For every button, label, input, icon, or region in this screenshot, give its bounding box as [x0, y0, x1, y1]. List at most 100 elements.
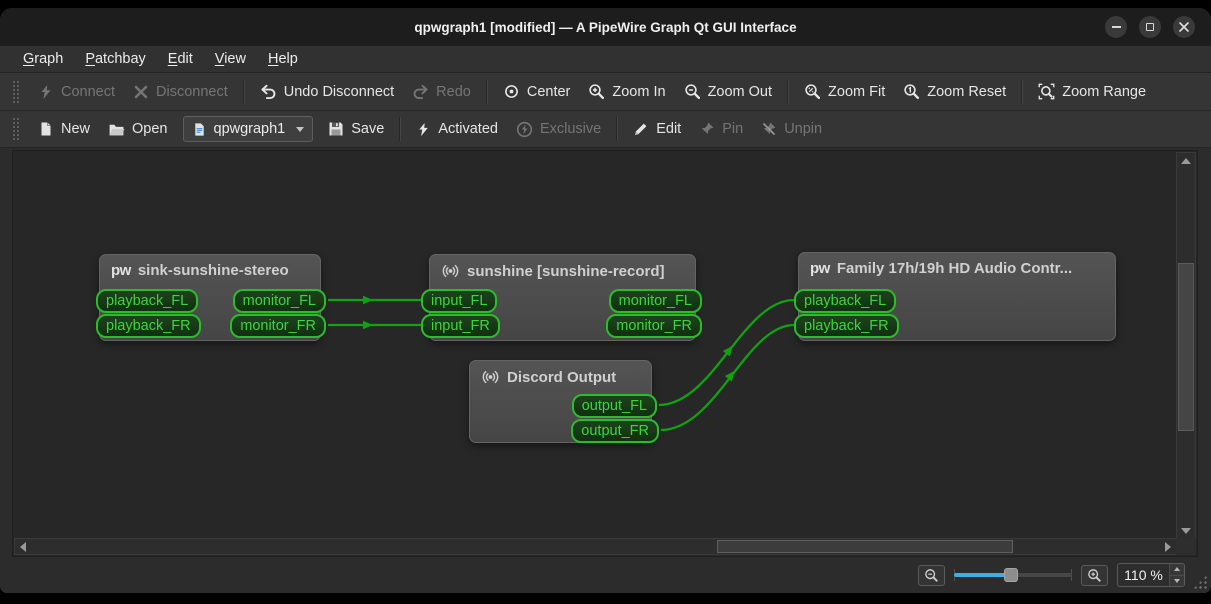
scroll-left-button[interactable]	[15, 539, 31, 554]
activated-button[interactable]: Activated	[407, 117, 507, 141]
zoom-out-icon	[684, 84, 700, 100]
spin-down-button[interactable]	[1170, 575, 1184, 586]
open-folder-icon	[109, 124, 125, 135]
minimize-icon	[1111, 26, 1121, 28]
horizontal-scrollbar-thumb[interactable]	[717, 540, 1013, 553]
pin-icon	[701, 122, 714, 135]
disconnect-button[interactable]: Disconnect	[124, 80, 237, 104]
port-input-fl[interactable]: input_FL	[421, 289, 498, 313]
toolbar-separator	[242, 79, 245, 104]
pin-button[interactable]: Pin	[690, 117, 752, 141]
connect-button[interactable]: Connect	[29, 80, 124, 104]
toolbar-file: New Open qpwgraph1 Save Activated Exclus…	[0, 111, 1211, 148]
center-button[interactable]: Center	[494, 79, 580, 104]
arrow-up-icon	[1174, 567, 1180, 572]
undo-disconnect-button[interactable]: Undo Disconnect	[251, 79, 403, 104]
zoom-slider[interactable]	[954, 567, 1072, 583]
port-output-fr[interactable]: output_FR	[571, 419, 659, 443]
close-button[interactable]	[1173, 16, 1195, 38]
undo-icon	[261, 84, 276, 100]
zoom-range-icon	[1038, 83, 1055, 100]
zoom-percent-spinbox[interactable]: 110 %	[1117, 563, 1185, 587]
zoom-percent-value[interactable]: 110 %	[1118, 564, 1169, 586]
zoom-out-button[interactable]: Zoom Out	[675, 79, 781, 104]
zoom-range-button[interactable]: Zoom Range	[1029, 79, 1155, 104]
arrow-right-icon	[1165, 541, 1171, 552]
exclusive-button[interactable]: Exclusive	[507, 117, 610, 142]
toolbar-separator	[399, 117, 402, 141]
zoom-in-button[interactable]: Zoom In	[579, 79, 674, 104]
port-monitor-fr[interactable]: monitor_FR	[606, 314, 702, 338]
disconnect-icon	[134, 85, 148, 98]
port-playback-fl[interactable]: playback_FL	[794, 289, 897, 313]
scroll-right-button[interactable]	[1160, 539, 1176, 554]
minimize-button[interactable]	[1105, 16, 1127, 38]
zoom-reset-button[interactable]: Zoom Reset	[894, 79, 1015, 104]
menu-view[interactable]: View	[204, 48, 257, 70]
toolbar-separator	[485, 79, 488, 104]
unpin-button[interactable]: Unpin	[752, 117, 831, 141]
app-window: qpwgraph1 [modified] — A PipeWire Graph …	[0, 8, 1211, 593]
zoom-slider-handle[interactable]	[1003, 568, 1018, 582]
statusbar-zoom-out-button[interactable]	[918, 564, 945, 586]
redo-button[interactable]: Redo	[403, 79, 480, 104]
menubar: Graph Patchbay Edit View Help	[0, 46, 1211, 73]
menu-edit[interactable]: Edit	[157, 48, 204, 70]
close-icon	[1179, 22, 1189, 32]
patchbay-selector[interactable]: qpwgraph1	[182, 116, 314, 142]
node-title: sunshine [sunshine-record]	[467, 262, 665, 280]
scrollbar-corner	[1176, 538, 1196, 555]
toolbar-graph: Connect Disconnect Undo Disconnect Redo …	[0, 73, 1211, 111]
graph-canvas[interactable]: pw sink-sunshine-stereo playback_FL play…	[12, 150, 1198, 557]
connection-arrow-icon	[363, 295, 373, 305]
chevron-down-icon	[296, 126, 305, 132]
save-button[interactable]: Save	[319, 117, 393, 141]
statusbar-zoom-in-button[interactable]	[1081, 564, 1108, 586]
port-playback-fr[interactable]: playback_FR	[96, 314, 201, 338]
port-monitor-fl[interactable]: monitor_FL	[608, 289, 702, 313]
save-icon	[329, 122, 343, 136]
zoom-fit-icon	[805, 84, 821, 100]
vertical-scrollbar[interactable]	[1176, 152, 1196, 539]
zoom-reset-icon	[904, 84, 920, 100]
port-monitor-fl[interactable]: monitor_FL	[232, 289, 326, 313]
zoom-slider-fill	[954, 573, 1011, 577]
vertical-scrollbar-thumb[interactable]	[1178, 263, 1194, 431]
scroll-up-button[interactable]	[1178, 153, 1194, 168]
maximize-button[interactable]	[1139, 16, 1161, 38]
arrow-left-icon	[20, 541, 26, 552]
node-title: Family 17h/19h HD Audio Contr...	[836, 260, 1073, 277]
window-controls	[1105, 16, 1195, 38]
horizontal-scrollbar[interactable]	[14, 538, 1177, 555]
port-monitor-fr[interactable]: monitor_FR	[230, 314, 326, 338]
connection-arrow-icon	[363, 320, 373, 330]
menu-help[interactable]: Help	[257, 48, 309, 70]
toolbar-separator	[787, 79, 790, 104]
pipewire-icon: pw	[111, 262, 131, 279]
zoom-in-icon	[589, 84, 605, 100]
toolbar-drag-handle[interactable]	[12, 79, 21, 104]
menu-graph[interactable]: Graph	[12, 48, 74, 70]
statusbar: 110 %	[0, 557, 1211, 593]
menu-patchbay[interactable]: Patchbay	[74, 48, 156, 70]
scroll-down-button[interactable]	[1178, 523, 1194, 538]
port-output-fl[interactable]: output_FL	[571, 394, 657, 418]
center-icon	[504, 85, 518, 98]
open-button[interactable]: Open	[99, 117, 176, 142]
arrow-down-icon	[1174, 578, 1180, 583]
toolbar-drag-handle[interactable]	[12, 117, 21, 141]
zoom-fit-button[interactable]: Zoom Fit	[795, 79, 894, 104]
spin-up-button[interactable]	[1170, 564, 1184, 576]
toolbar-separator	[616, 117, 619, 141]
port-playback-fl[interactable]: playback_FL	[96, 289, 199, 313]
zoom-out-icon	[925, 568, 938, 582]
port-input-fr[interactable]: input_FR	[421, 314, 500, 338]
new-button[interactable]: New	[29, 117, 99, 141]
edit-pencil-icon	[635, 123, 647, 135]
pipewire-icon: pw	[810, 260, 830, 277]
port-playback-fr[interactable]: playback_FR	[794, 314, 899, 338]
edit-button[interactable]: Edit	[624, 117, 690, 141]
node-title: sink-sunshine-stereo	[137, 262, 289, 279]
zoom-in-icon	[1088, 568, 1101, 582]
titlebar[interactable]: qpwgraph1 [modified] — A PipeWire Graph …	[0, 8, 1211, 46]
